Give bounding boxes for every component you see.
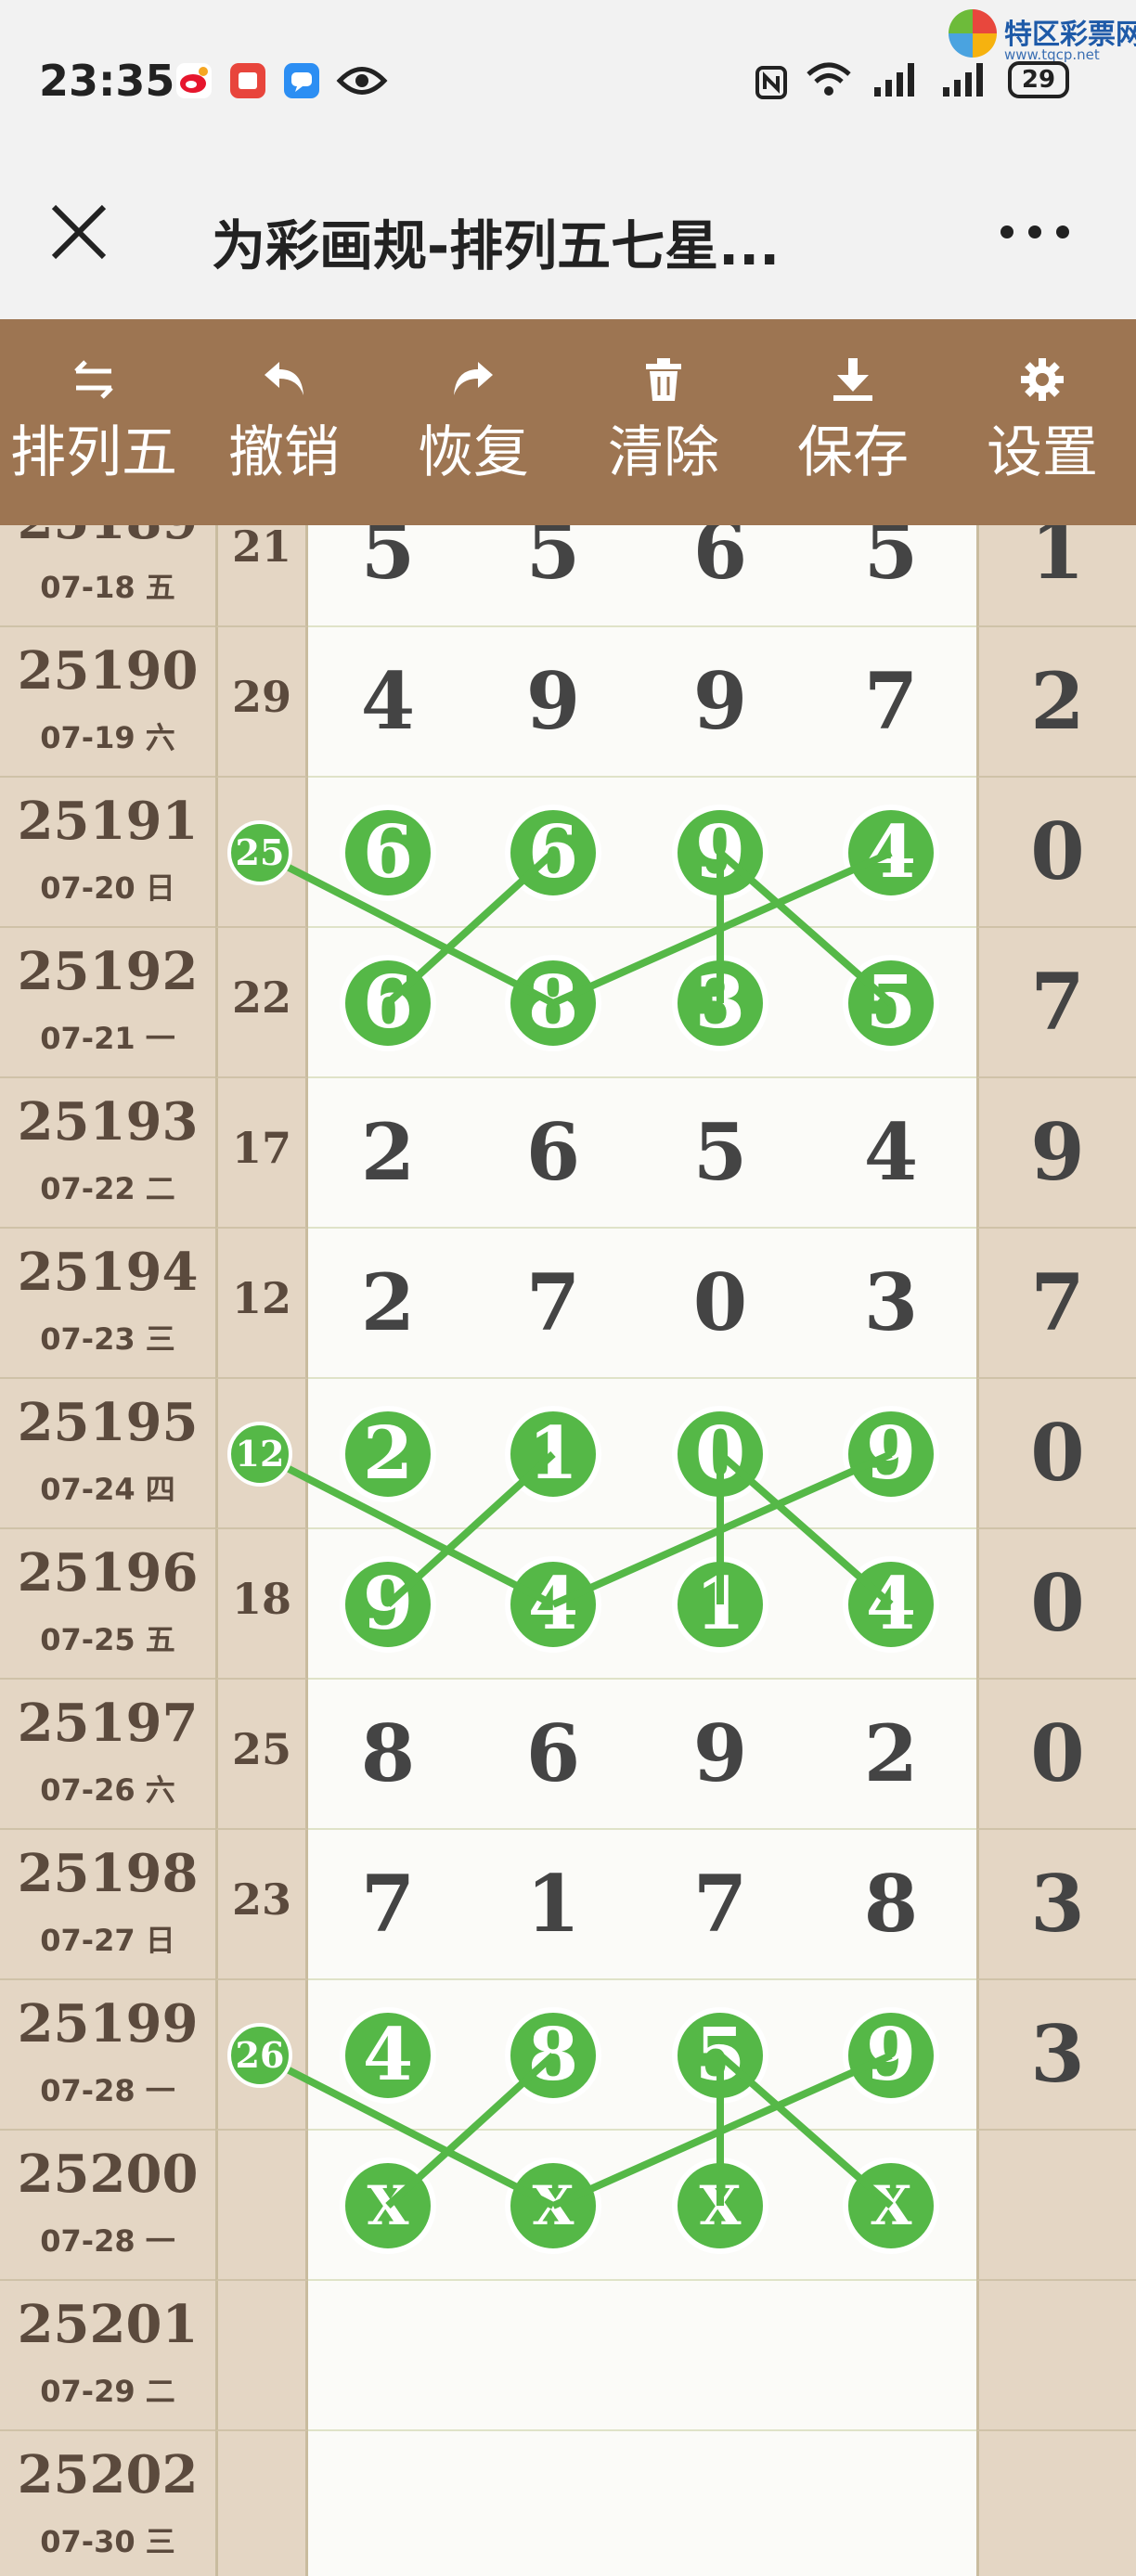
toolbar-label: 清除 [608, 420, 719, 485]
toolbar: 排列五 撤销 恢复 清除 保存 设置 [0, 319, 1136, 525]
status-time: 23:35 [39, 56, 175, 106]
more-icon [1000, 225, 1069, 238]
toolbar-label: 设置 [987, 420, 1098, 485]
more-button[interactable] [993, 213, 1077, 251]
connection-line [258, 2052, 555, 2209]
sum-marker-ball: 25 [227, 820, 292, 885]
connection-line [717, 849, 894, 1007]
toolbar-redo-button[interactable]: 恢复 [385, 319, 562, 525]
toolbar-clear-button[interactable]: 清除 [575, 319, 752, 525]
close-icon [51, 204, 107, 260]
gear-icon [1021, 358, 1064, 401]
undo-icon [265, 362, 303, 395]
sum-marker-ball: 12 [227, 1422, 292, 1487]
battery-indicator: 29 [1008, 61, 1069, 98]
trash-icon [646, 358, 681, 401]
redo-icon [454, 362, 493, 395]
toolbar-undo-button[interactable]: 撤销 [196, 319, 372, 525]
status-bar: 23:35 特区彩票网 www.tqcp.net 29 [0, 0, 1136, 158]
toolbar-label: 排列五 [10, 420, 177, 485]
page-title: 为彩画规-排列五七星... [212, 214, 781, 277]
draw-history-grid[interactable]: 2518907-18 五21155652519007-19 六292499725… [0, 525, 1136, 2576]
swap-icon [74, 360, 113, 399]
connection-line [717, 2052, 894, 2209]
message-icon [284, 63, 319, 98]
connection-lines [258, 849, 894, 2209]
wifi-icon [806, 61, 852, 97]
connection-line [717, 1450, 894, 1608]
toolbar-settings-button[interactable]: 设置 [954, 319, 1130, 525]
signal-2-icon [941, 61, 991, 97]
eye-icon [336, 63, 388, 98]
toolbar-label: 保存 [797, 420, 909, 485]
connection-line [258, 849, 555, 1007]
nfc-icon [754, 65, 789, 100]
app-notification-icon [230, 63, 265, 98]
sum-marker-ball: 26 [227, 2023, 292, 2088]
toolbar-lottery-switch-button[interactable]: 排列五 [6, 319, 182, 525]
toolbar-label: 撤销 [228, 420, 340, 485]
toolbar-save-button[interactable]: 保存 [765, 319, 941, 525]
download-icon [833, 358, 872, 401]
watermark-logo-icon [949, 9, 997, 58]
weibo-icon [176, 63, 212, 98]
signal-icon [872, 61, 923, 97]
connection-line [258, 1450, 555, 1608]
title-bar: 为彩画规-排列五七星... [0, 158, 1136, 319]
toolbar-label: 恢复 [418, 420, 529, 485]
close-button[interactable] [37, 190, 121, 274]
